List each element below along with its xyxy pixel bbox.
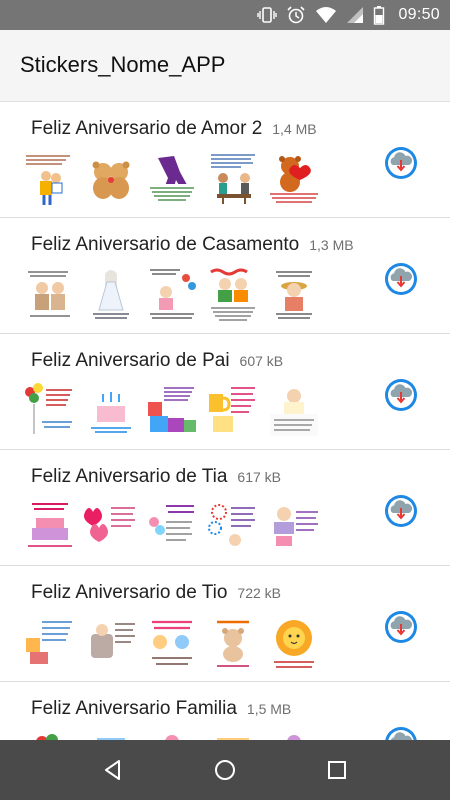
sticker-family-2: [97, 738, 125, 740]
pack-name: Feliz Aniversario de Amor 2: [31, 118, 263, 139]
sticker-family-4: [217, 738, 249, 740]
sticker-pack-item[interactable]: Feliz Aniversario Familia 1,5 MB: [0, 682, 450, 740]
sticker-kid-balloons: [150, 269, 196, 319]
sticker-couple-hat: [276, 271, 312, 319]
download-icon[interactable]: [384, 262, 418, 296]
sticker-family-1: [36, 734, 58, 740]
sticker-previews: [22, 730, 322, 740]
sticker-elderly-couple: [28, 271, 70, 317]
pack-name: Feliz Aniversario de Tia: [31, 466, 228, 487]
sticker-couple-dance: [148, 156, 196, 202]
sticker-tia-cake: [28, 503, 72, 547]
sticker-bride: [93, 270, 129, 319]
sticker-tio-balloons: [152, 620, 192, 665]
sticker-balloons-tia: [149, 505, 194, 541]
download-icon[interactable]: [384, 146, 418, 180]
status-icons: 09:50: [257, 0, 440, 30]
sticker-tia-cake-baby: [274, 507, 318, 546]
sticker-teddy-bears: [92, 161, 130, 199]
signal-icon: [347, 7, 364, 23]
pack-size: 607 kB: [239, 353, 284, 369]
sticker-balloons-dad: [25, 383, 72, 434]
download-icon[interactable]: [384, 494, 418, 528]
pack-size: 617 kB: [237, 469, 282, 485]
sticker-kids-bench: [210, 268, 255, 321]
sticker-pack-item[interactable]: Feliz Aniversario de Casamento 1,3 MB: [0, 218, 450, 334]
download-icon[interactable]: [384, 726, 418, 740]
pack-size: 1,3 MB: [309, 237, 354, 253]
sticker-previews: [22, 614, 322, 670]
sticker-tio-gifts: [26, 621, 72, 664]
sticker-pack-item[interactable]: Feliz Aniversario de Pai 607 kB: [0, 334, 450, 450]
status-time: 09:50: [398, 6, 440, 23]
sticker-tio-armchair: [91, 623, 135, 658]
app-bar: Stickers_Nome_APP: [0, 30, 450, 102]
pack-size: 722 kB: [237, 585, 282, 601]
sticker-previews: [22, 382, 322, 438]
pack-name: Feliz Aniversario de Tio: [31, 582, 228, 603]
pack-name: Feliz Aniversario de Pai: [31, 350, 230, 371]
home-icon[interactable]: [210, 755, 240, 785]
sticker-bear-gift: [270, 156, 318, 203]
sticker-pack-item[interactable]: Feliz Aniversario de Tio 722 kB: [0, 566, 450, 682]
navigation-bar: [0, 740, 450, 800]
sticker-family-5: [287, 735, 301, 740]
sticker-birthday-cake: [91, 392, 131, 433]
download-icon[interactable]: [384, 378, 418, 412]
vibrate-icon: [257, 7, 278, 23]
sticker-previews: [22, 150, 322, 206]
sticker-lion: [274, 620, 314, 668]
sticker-pai-mug: [209, 387, 255, 432]
sticker-previews: [22, 498, 322, 554]
pack-size: 1,5 MB: [246, 701, 292, 717]
sticker-fireworks: [208, 504, 255, 546]
sticker-couple-hug: [24, 152, 76, 205]
sticker-pack-item[interactable]: Feliz Aniversario de Tia 617 kB: [0, 450, 450, 566]
sticker-couple-table: [211, 154, 255, 204]
status-bar: 09:50: [0, 0, 450, 30]
recents-icon[interactable]: [322, 755, 352, 785]
back-icon[interactable]: [98, 755, 128, 785]
sticker-pack-list[interactable]: Feliz Aniversario de Amor 2 1,4 MB Feliz…: [0, 102, 450, 740]
sticker-pack-item[interactable]: Feliz Aniversario de Amor 2 1,4 MB: [0, 102, 450, 218]
sticker-baby-card: [270, 389, 318, 436]
alarm-icon: [287, 6, 306, 24]
sticker-heart-balloons: [84, 507, 135, 542]
pack-name: Feliz Aniversario Familia: [31, 698, 237, 719]
pack-name: Feliz Aniversario de Casamento: [31, 234, 300, 255]
sticker-previews: [22, 266, 322, 322]
wifi-icon: [316, 7, 337, 23]
sticker-family-3: [165, 735, 179, 740]
battery-icon: [374, 6, 385, 25]
sticker-tio-bear: [217, 620, 249, 667]
sticker-gifts-pile: [148, 387, 196, 432]
app-title: Stickers_Nome_APP: [20, 52, 226, 77]
download-icon[interactable]: [384, 610, 418, 644]
pack-size: 1,4 MB: [272, 121, 317, 137]
